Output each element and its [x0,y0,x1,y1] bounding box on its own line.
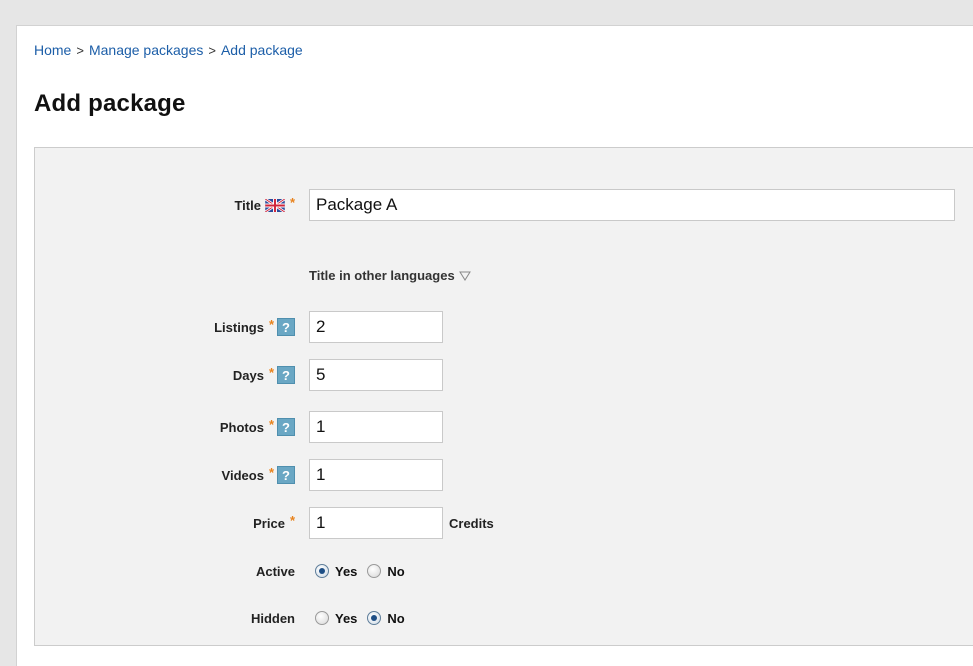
listings-label: Listings [214,319,264,335]
required-marker: * [289,512,295,528]
days-label: Days [232,367,264,383]
price-row: Price * Credits [35,507,973,539]
title-other-languages-toggle[interactable]: Title in other languages [309,268,471,283]
videos-label-group: Videos * ? [222,459,295,491]
required-marker: * [268,416,274,432]
hidden-radio-group: Yes No [315,602,415,634]
hidden-no-label[interactable]: No [387,611,404,626]
breadcrumb-separator: > [76,43,84,58]
required-marker: * [268,316,274,332]
price-label: Price [253,515,285,531]
photos-input[interactable] [309,411,443,443]
days-input[interactable] [309,359,443,391]
videos-label: Videos [221,467,264,483]
photos-label-group: Photos * ? [220,411,295,443]
breadcrumb-manage-packages-link[interactable]: Manage packages [89,42,203,58]
days-label-group: Days * ? [233,359,295,391]
listings-input[interactable] [309,311,443,343]
triangle-down-icon [458,271,471,281]
required-marker: * [289,194,295,210]
listings-row: Listings * ? [35,311,973,343]
help-icon[interactable]: ? [277,466,295,484]
photos-row: Photos * ? [35,411,973,443]
page-title: Add package [34,90,186,117]
hidden-no-radio[interactable] [367,611,382,625]
active-no-radio[interactable] [367,564,382,578]
breadcrumb: Home > Manage packages > Add package [34,42,303,58]
title-input[interactable] [309,189,955,221]
active-yes-label[interactable]: Yes [335,564,357,579]
price-label-group: Price * [253,507,295,539]
page-container: Home > Manage packages > Add package Add pac… [16,25,973,666]
active-label: Active [255,563,295,579]
help-icon[interactable]: ? [277,366,295,384]
help-icon[interactable]: ? [277,318,295,336]
help-icon[interactable]: ? [277,418,295,436]
price-unit-label: Credits [449,515,494,531]
required-marker: * [268,364,274,380]
hidden-label: Hidden [250,610,295,626]
hidden-label-group: Hidden [251,602,295,634]
active-row: Active Yes No [35,555,973,587]
days-row: Days * ? [35,359,973,391]
listings-label-group: Listings * ? [214,311,295,343]
title-label: Title [234,197,261,213]
breadcrumb-add-package-link[interactable]: Add package [221,42,303,58]
breadcrumb-home-link[interactable]: Home [34,42,71,58]
uk-flag-icon [264,198,285,212]
active-label-group: Active [256,555,295,587]
videos-input[interactable] [309,459,443,491]
active-yes-radio[interactable] [315,564,329,578]
add-package-form: Title * Title in other languages Listin [34,147,973,646]
breadcrumb-separator: > [208,43,216,58]
title-row: Title * [35,189,973,221]
title-other-languages-label: Title in other languages [309,268,455,283]
required-marker: * [268,464,274,480]
photos-label: Photos [219,419,264,435]
active-no-label[interactable]: No [387,564,404,579]
hidden-yes-label[interactable]: Yes [335,611,357,626]
title-label-group: Title * [234,189,295,221]
price-input[interactable] [309,507,443,539]
videos-row: Videos * ? [35,459,973,491]
hidden-yes-radio[interactable] [315,611,329,625]
hidden-row: Hidden Yes No [35,602,973,634]
active-radio-group: Yes No [315,555,415,587]
